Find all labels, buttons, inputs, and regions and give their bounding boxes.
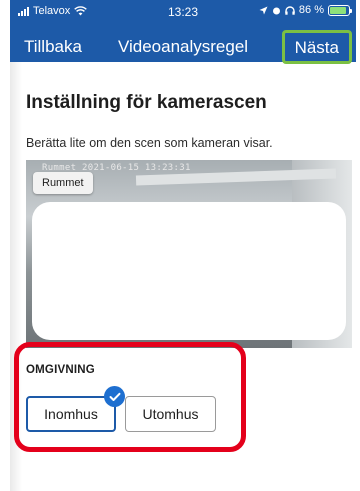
room-label: Rummet [33, 172, 93, 194]
next-button[interactable]: Nästa [281, 30, 352, 64]
checkmark-icon [104, 386, 125, 407]
location-icon [259, 6, 268, 14]
header: Telavox 13:23 86 % Tillbaka Videoanalysr… [10, 0, 356, 64]
outdoor-option[interactable]: Utomhus [125, 396, 216, 432]
headphones-icon [285, 5, 295, 15]
app-screen: Telavox 13:23 86 % Tillbaka Videoanalysr… [10, 0, 356, 491]
indoor-option[interactable]: Inomhus [26, 396, 116, 432]
page-subtitle: Berätta lite om den scen som kameran vis… [26, 136, 273, 150]
battery-icon [328, 4, 352, 16]
status-right: 86 % [259, 4, 352, 16]
status-bar: Telavox 13:23 86 % [10, 0, 356, 22]
alarm-icon [272, 7, 280, 14]
navigation-bar: Tillbaka Videoanalysregel Nästa [10, 30, 356, 64]
camera-mask-overlay [32, 202, 346, 340]
camera-preview: Rummet 2021-06-15 13:23:31 Rummet [26, 160, 352, 348]
environment-label: OMGIVNING [26, 364, 95, 376]
page-title: Inställning för kamerascen [26, 92, 267, 113]
battery-percent: 86 % [298, 4, 324, 16]
